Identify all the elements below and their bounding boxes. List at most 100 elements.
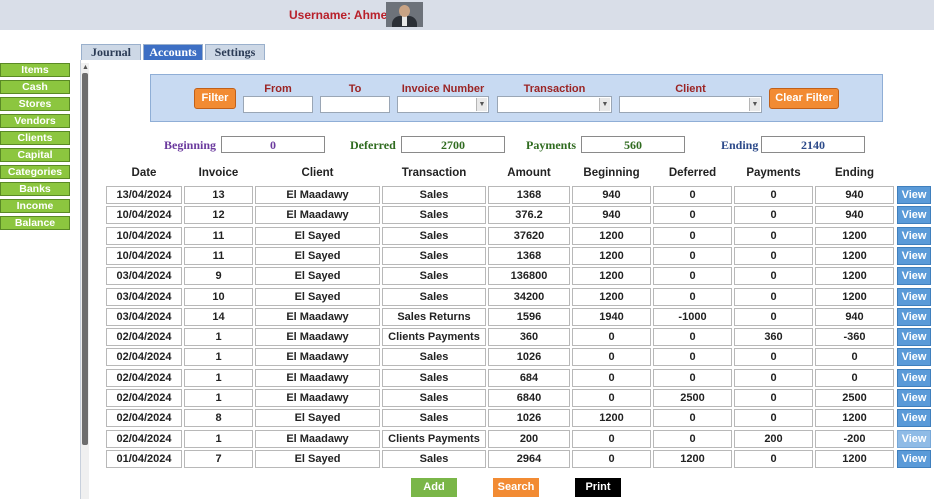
cell-invoice: 1 bbox=[184, 368, 253, 387]
cell-amount: 1368 bbox=[488, 246, 570, 265]
cell-invoice: 8 bbox=[184, 409, 253, 428]
sidebar-item-cash[interactable]: Cash bbox=[0, 80, 70, 94]
cell-transaction: Sales bbox=[382, 409, 486, 428]
cell-payments: 0 bbox=[734, 307, 813, 326]
ending-total-label: Ending bbox=[721, 138, 759, 152]
sidebar-item-income[interactable]: Income bbox=[0, 199, 70, 213]
to-date-input[interactable] bbox=[320, 96, 390, 113]
cell-client: El Sayed bbox=[255, 267, 380, 286]
table-row: 02/04/2024 8 El Sayed Sales 1026 1200 0 0 1200 Vi… bbox=[100, 409, 934, 428]
cell-ending: 2500 bbox=[815, 389, 894, 407]
cell-payments: 360 bbox=[734, 328, 813, 347]
cell-transaction: Sales bbox=[382, 287, 486, 306]
cell-date: 02/04/2024 bbox=[106, 389, 182, 407]
clear-filter-button[interactable]: Clear Filter bbox=[769, 88, 839, 109]
search-button[interactable]: Search bbox=[493, 478, 539, 497]
invoice-number-select[interactable]: ▼ bbox=[397, 96, 489, 113]
filter-button[interactable]: Filter bbox=[194, 88, 236, 109]
cell-client: El Maadawy bbox=[255, 429, 380, 448]
sidebar-item-items[interactable]: Items bbox=[0, 63, 70, 77]
cell-invoice: 11 bbox=[184, 246, 253, 265]
client-select[interactable]: ▼ bbox=[619, 96, 762, 113]
view-button[interactable]: View bbox=[897, 307, 931, 326]
deferred-total-value: 2700 bbox=[401, 136, 505, 153]
view-button[interactable]: View bbox=[897, 368, 931, 387]
cell-amount: 136800 bbox=[488, 267, 570, 286]
view-button[interactable]: View bbox=[897, 226, 931, 245]
cell-transaction: Clients Payments bbox=[382, 429, 486, 448]
from-date-input[interactable] bbox=[243, 96, 313, 113]
cell-deferred: 0 bbox=[653, 226, 732, 245]
view-button[interactable]: View bbox=[897, 287, 931, 306]
vertical-scrollbar[interactable]: ▲ bbox=[81, 63, 89, 499]
table-row: 13/04/2024 13 El Maadawy Sales 1368 940 0 0 940 V… bbox=[100, 186, 934, 205]
cell-invoice: 1 bbox=[184, 348, 253, 367]
print-button[interactable]: Print bbox=[575, 478, 621, 497]
cell-beginning: 0 bbox=[572, 328, 651, 347]
sidebar-item-banks[interactable]: Banks bbox=[0, 182, 70, 196]
cell-payments: 0 bbox=[734, 449, 813, 468]
column-header-ending: Ending bbox=[835, 167, 874, 179]
cell-transaction: Sales bbox=[382, 206, 486, 225]
cell-ending: -360 bbox=[815, 328, 894, 347]
username-label: Username: Ahmed bbox=[289, 8, 395, 22]
cell-invoice: 10 bbox=[184, 287, 253, 306]
cell-beginning: 0 bbox=[572, 389, 651, 407]
tab-accounts[interactable]: Accounts bbox=[143, 44, 203, 60]
view-button[interactable]: View bbox=[897, 429, 931, 448]
cell-client: El Maadawy bbox=[255, 328, 380, 347]
cell-deferred: 0 bbox=[653, 287, 732, 306]
tab-journal[interactable]: Journal bbox=[81, 44, 141, 60]
view-button[interactable]: View bbox=[897, 206, 931, 225]
table-row: 02/04/2024 1 El Maadawy Sales 1026 0 0 0 0 View bbox=[100, 348, 934, 367]
view-button[interactable]: View bbox=[897, 186, 931, 204]
cell-payments: 0 bbox=[734, 206, 813, 225]
cell-client: El Maadawy bbox=[255, 206, 380, 225]
cell-date: 02/04/2024 bbox=[106, 429, 182, 448]
cell-deferred: 0 bbox=[653, 409, 732, 428]
cell-beginning: 1200 bbox=[572, 246, 651, 265]
cell-date: 02/04/2024 bbox=[106, 328, 182, 347]
sidebar-item-balance[interactable]: Balance bbox=[0, 216, 70, 230]
ending-total-value: 2140 bbox=[761, 136, 865, 153]
sidebar-item-clients[interactable]: Clients bbox=[0, 131, 70, 145]
cell-invoice: 1 bbox=[184, 389, 253, 407]
sidebar-item-capital[interactable]: Capital bbox=[0, 148, 70, 162]
cell-client: El Maadawy bbox=[255, 348, 380, 367]
tab-settings[interactable]: Settings bbox=[205, 44, 265, 60]
cell-deferred: 0 bbox=[653, 368, 732, 387]
cell-client: El Sayed bbox=[255, 409, 380, 428]
cell-invoice: 9 bbox=[184, 267, 253, 286]
cell-payments: 0 bbox=[734, 389, 813, 407]
deferred-total-label: Deferred bbox=[350, 138, 396, 152]
cell-client: El Sayed bbox=[255, 449, 380, 468]
cell-date: 10/04/2024 bbox=[106, 226, 182, 245]
view-button[interactable]: View bbox=[897, 328, 931, 347]
scroll-up-icon[interactable]: ▲ bbox=[82, 64, 89, 71]
cell-transaction: Sales bbox=[382, 246, 486, 265]
scrollbar-thumb[interactable] bbox=[82, 73, 88, 445]
view-button[interactable]: View bbox=[897, 348, 931, 367]
view-button[interactable]: View bbox=[897, 449, 931, 468]
beginning-total-label: Beginning bbox=[164, 138, 217, 152]
view-button[interactable]: View bbox=[897, 267, 931, 286]
view-button[interactable]: View bbox=[897, 409, 931, 428]
cell-ending: 940 bbox=[815, 186, 894, 204]
cell-transaction: Sales bbox=[382, 449, 486, 468]
invoice-number-label: Invoice Number bbox=[401, 83, 485, 95]
cell-beginning: 940 bbox=[572, 186, 651, 204]
cell-ending: 0 bbox=[815, 348, 894, 367]
cell-beginning: 0 bbox=[572, 429, 651, 448]
sidebar: Items Cash Stores Vendors Clients Capita… bbox=[0, 63, 70, 233]
sidebar-item-categories[interactable]: Categories bbox=[0, 165, 70, 179]
transaction-select[interactable]: ▼ bbox=[497, 96, 612, 113]
view-button[interactable]: View bbox=[897, 389, 931, 407]
view-button[interactable]: View bbox=[897, 246, 931, 265]
cell-transaction: Sales bbox=[382, 186, 486, 204]
cell-amount: 376.2 bbox=[488, 206, 570, 225]
cell-deferred: 0 bbox=[653, 348, 732, 367]
add-button[interactable]: Add bbox=[411, 478, 457, 497]
cell-payments: 200 bbox=[734, 429, 813, 448]
sidebar-item-vendors[interactable]: Vendors bbox=[0, 114, 70, 128]
sidebar-item-stores[interactable]: Stores bbox=[0, 97, 70, 111]
